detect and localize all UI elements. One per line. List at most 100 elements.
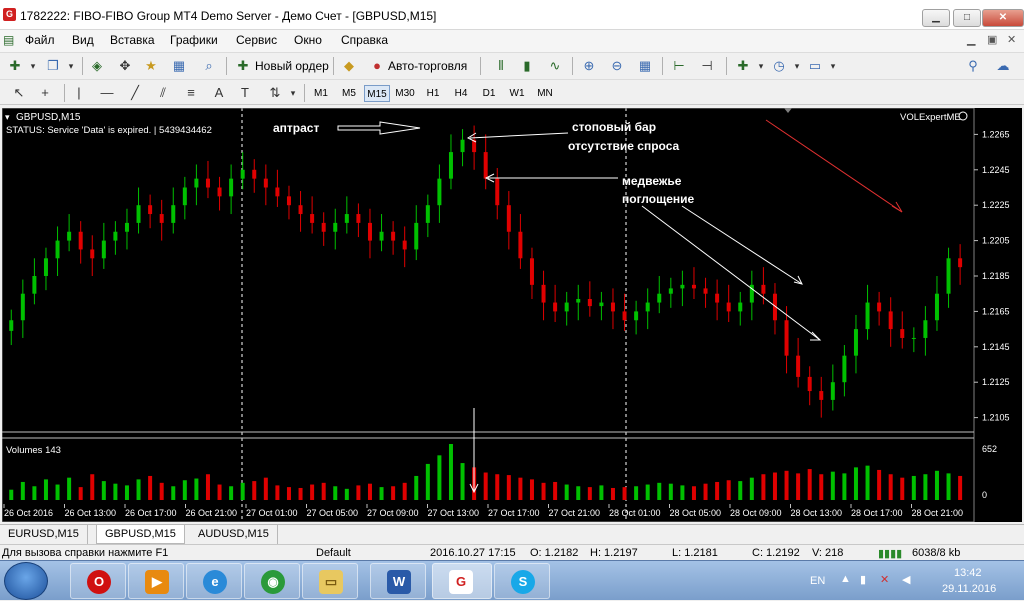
timeframe-m5[interactable]: M5 bbox=[336, 85, 362, 102]
time-tick-label: 28 Oct 21:00 bbox=[912, 508, 964, 518]
community-icon[interactable]: ☁ bbox=[994, 57, 1012, 75]
zoom-out-icon[interactable]: ⊖ bbox=[608, 57, 626, 75]
zoom-in-icon[interactable]: ⊕ bbox=[580, 57, 598, 75]
terminal-window: G 1782222: FIBO-FIBO Group MT4 Demo Serv… bbox=[0, 0, 1024, 560]
mdi-close-icon[interactable]: ✕ bbox=[1007, 33, 1016, 46]
annotation-bearish-1: медвежье bbox=[622, 174, 682, 188]
time-tick-label: 28 Oct 05:00 bbox=[670, 508, 722, 518]
tab-gbpusd[interactable]: GBPUSD,M15 bbox=[96, 525, 185, 544]
candle-body bbox=[958, 258, 963, 268]
timeframe-m15[interactable]: M15 bbox=[364, 85, 390, 102]
bar-chart-icon[interactable]: ⫴ bbox=[492, 57, 510, 75]
document-icon[interactable]: ▤ bbox=[3, 33, 14, 47]
minimize-button[interactable]: ▁ bbox=[922, 9, 950, 27]
text-tool-icon[interactable]: A bbox=[210, 84, 228, 102]
timeframe-h4[interactable]: H4 bbox=[448, 85, 474, 102]
tab-eurusd[interactable]: EURUSD,M15 bbox=[0, 525, 88, 544]
terminal-icon[interactable]: ▦ bbox=[170, 57, 188, 75]
taskbar-word[interactable]: W bbox=[370, 563, 426, 599]
periods-clock-icon[interactable]: ◷ bbox=[770, 57, 788, 75]
menu-window[interactable]: Окно bbox=[294, 33, 322, 47]
arrows-tool-icon[interactable]: ⇅ bbox=[266, 84, 284, 102]
clock-time[interactable]: 13:42 bbox=[954, 567, 982, 579]
chart-shift-icon[interactable]: ⊢ bbox=[670, 57, 688, 75]
trendline-icon[interactable]: ╱ bbox=[126, 84, 144, 102]
chevron-down-icon[interactable]: ▾ bbox=[824, 57, 842, 75]
candlestick-icon[interactable]: ▮ bbox=[518, 57, 536, 75]
taskbar-explorer[interactable]: ▭ bbox=[302, 563, 358, 599]
text-label-icon[interactable]: T bbox=[236, 84, 254, 102]
price-chart[interactable]: ▾ GBPUSD,M15 STATUS: Service 'Data' is e… bbox=[2, 108, 1022, 522]
autoscroll-icon[interactable]: ⊣ bbox=[698, 57, 716, 75]
autotrading-button[interactable]: Авто-торговля bbox=[388, 56, 467, 76]
line-chart-icon[interactable]: ∿ bbox=[546, 57, 564, 75]
chevron-down-icon[interactable]: ▾ bbox=[284, 84, 302, 102]
tester-icon[interactable]: ⌕ bbox=[200, 57, 218, 75]
timeframe-d1[interactable]: D1 bbox=[476, 85, 502, 102]
autotrading-icon[interactable]: ● bbox=[368, 57, 386, 75]
chevron-down-icon[interactable]: ▾ bbox=[62, 57, 80, 75]
language-indicator[interactable]: EN bbox=[810, 575, 825, 587]
navigator-icon[interactable]: ★ bbox=[142, 57, 160, 75]
taskbar-mt4[interactable]: G bbox=[432, 563, 492, 599]
tray-expand-icon[interactable]: ▲ bbox=[840, 573, 851, 585]
taskbar-ie[interactable]: e bbox=[186, 563, 242, 599]
word-icon: W bbox=[387, 570, 411, 594]
new-order-button[interactable]: Новый ордер bbox=[255, 56, 329, 76]
volume-bar bbox=[865, 465, 870, 500]
mdi-minimize-icon[interactable]: ▁ bbox=[967, 33, 975, 46]
network-icon[interactable]: ✕ bbox=[880, 573, 889, 586]
equidistant-channel-icon[interactable]: ⫽ bbox=[154, 84, 172, 102]
indicators-icon[interactable]: ✚ bbox=[734, 57, 752, 75]
crosshair-tool-icon[interactable]: + bbox=[36, 84, 54, 102]
metaeditor-icon[interactable]: ◆ bbox=[340, 57, 358, 75]
tray-app-icon[interactable]: ▮ bbox=[860, 573, 866, 586]
new-order-icon[interactable]: ✚ bbox=[234, 57, 252, 75]
market-watch-icon[interactable]: ◈ bbox=[88, 57, 106, 75]
timeframe-m1[interactable]: M1 bbox=[308, 85, 334, 102]
volume-bar bbox=[680, 485, 685, 500]
maximize-button[interactable]: □ bbox=[953, 9, 981, 27]
close-button[interactable]: ✕ bbox=[982, 9, 1024, 27]
menu-insert[interactable]: Вставка bbox=[110, 33, 155, 47]
horizontal-line-icon[interactable]: — bbox=[98, 84, 116, 102]
new-chart-icon[interactable]: ✚ bbox=[6, 57, 24, 75]
timeframe-w1[interactable]: W1 bbox=[504, 85, 530, 102]
menu-help[interactable]: Справка bbox=[341, 33, 388, 47]
volume-bar bbox=[506, 475, 511, 500]
templates-icon[interactable]: ▭ bbox=[806, 57, 824, 75]
taskbar-skype[interactable]: S bbox=[494, 563, 550, 599]
chevron-down-icon[interactable]: ▾ bbox=[752, 57, 770, 75]
timeframe-m30[interactable]: M30 bbox=[392, 85, 418, 102]
timeframe-mn[interactable]: MN bbox=[532, 85, 558, 102]
taskbar-chrome[interactable]: ◉ bbox=[244, 563, 300, 599]
title-bar[interactable]: G 1782222: FIBO-FIBO Group MT4 Demo Serv… bbox=[0, 0, 1024, 30]
candle-body bbox=[425, 205, 430, 223]
chevron-down-icon[interactable]: ▾ bbox=[788, 57, 806, 75]
candle-body bbox=[263, 178, 268, 188]
taskbar-opera[interactable]: O bbox=[70, 563, 126, 599]
taskbar-media[interactable]: ▶ bbox=[128, 563, 184, 599]
start-button[interactable] bbox=[4, 562, 48, 600]
tab-audusd[interactable]: AUDUSD,M15 bbox=[190, 525, 278, 544]
crosshair-icon[interactable]: ✥ bbox=[116, 57, 134, 75]
tile-windows-icon[interactable]: ▦ bbox=[636, 57, 654, 75]
fibonacci-icon[interactable]: ≡ bbox=[182, 84, 200, 102]
search-icon[interactable]: ⚲ bbox=[964, 57, 982, 75]
vertical-line-icon[interactable]: | bbox=[70, 84, 88, 102]
timeframe-h1[interactable]: H1 bbox=[420, 85, 446, 102]
menu-view[interactable]: Вид bbox=[72, 33, 94, 47]
cursor-icon[interactable]: ↖ bbox=[10, 84, 28, 102]
volume-bar bbox=[900, 477, 905, 500]
profiles-icon[interactable]: ❐ bbox=[44, 57, 62, 75]
volume-icon[interactable]: ◀ bbox=[902, 573, 910, 586]
volume-bar bbox=[877, 469, 882, 500]
menu-tools[interactable]: Сервис bbox=[236, 33, 277, 47]
candle-body bbox=[853, 329, 858, 356]
clock-date[interactable]: 29.11.2016 bbox=[942, 583, 996, 595]
menu-file[interactable]: Файл bbox=[25, 33, 55, 47]
chart-dropdown-icon[interactable]: ▾ bbox=[5, 112, 10, 122]
chevron-down-icon[interactable]: ▾ bbox=[24, 57, 42, 75]
mdi-restore-icon[interactable]: ▣ bbox=[987, 33, 997, 46]
menu-charts[interactable]: Графики bbox=[170, 33, 218, 47]
